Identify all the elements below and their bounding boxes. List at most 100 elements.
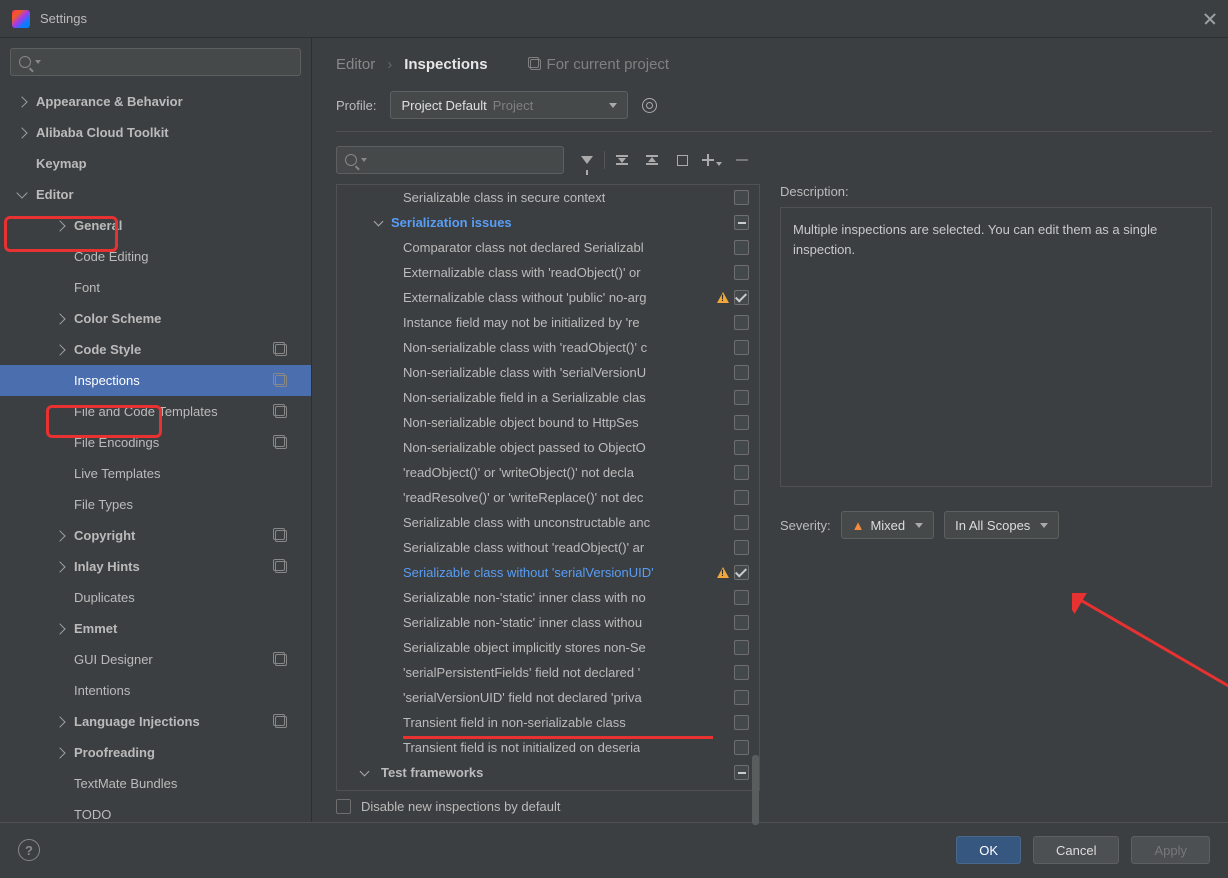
inspection-item[interactable]: Serializable non-'static' inner class wi… bbox=[337, 585, 759, 610]
profile-select[interactable]: Project Default Project bbox=[390, 91, 628, 119]
tree-item-file-and-code-templates[interactable]: File and Code Templates bbox=[0, 396, 311, 427]
inspection-item[interactable]: Test frameworks bbox=[337, 760, 759, 785]
breadcrumb-root[interactable]: Editor bbox=[336, 56, 375, 73]
inspection-checkbox[interactable] bbox=[734, 215, 749, 230]
warning-icon bbox=[717, 292, 729, 303]
help-button[interactable]: ? bbox=[18, 839, 40, 861]
inspection-item[interactable]: Non-serializable object passed to Object… bbox=[337, 435, 759, 460]
filter-button[interactable] bbox=[572, 148, 602, 172]
inspection-item[interactable]: Non-serializable class with 'readObject(… bbox=[337, 335, 759, 360]
collapse-all-button[interactable] bbox=[637, 148, 667, 172]
inspection-item[interactable]: Non-serializable field in a Serializable… bbox=[337, 385, 759, 410]
tree-item-file-types[interactable]: File Types bbox=[0, 489, 311, 520]
inspection-tree[interactable]: Serializable class in secure contextSeri… bbox=[337, 185, 759, 790]
project-icon bbox=[275, 561, 287, 573]
tree-item-keymap[interactable]: Keymap bbox=[0, 148, 311, 179]
inspection-checkbox[interactable] bbox=[734, 740, 749, 755]
tree-item-gui-designer[interactable]: GUI Designer bbox=[0, 644, 311, 675]
add-button[interactable] bbox=[697, 148, 727, 172]
inspection-search-input[interactable] bbox=[336, 146, 564, 174]
inspection-item[interactable]: Serializable non-'static' inner class wi… bbox=[337, 610, 759, 635]
inspection-checkbox[interactable] bbox=[734, 540, 749, 555]
inspection-item[interactable]: Serializable object implicitly stores no… bbox=[337, 635, 759, 660]
scrollbar[interactable] bbox=[752, 755, 759, 825]
inspection-item[interactable]: Serializable class with unconstructable … bbox=[337, 510, 759, 535]
inspection-item[interactable]: Externalizable class with 'readObject()'… bbox=[337, 260, 759, 285]
scope-select[interactable]: In All Scopes bbox=[944, 511, 1059, 539]
inspection-item[interactable]: 'readResolve()' or 'writeReplace()' not … bbox=[337, 485, 759, 510]
disable-new-checkbox[interactable] bbox=[336, 799, 351, 814]
settings-tree[interactable]: Appearance & BehaviorAlibaba Cloud Toolk… bbox=[0, 86, 311, 822]
inspection-checkbox[interactable] bbox=[734, 390, 749, 405]
inspection-checkbox[interactable] bbox=[734, 665, 749, 680]
tree-item-textmate-bundles[interactable]: TextMate Bundles bbox=[0, 768, 311, 799]
inspection-checkbox[interactable] bbox=[734, 465, 749, 480]
tree-item-language-injections[interactable]: Language Injections bbox=[0, 706, 311, 737]
tree-item-editor[interactable]: Editor bbox=[0, 179, 311, 210]
reset-button[interactable] bbox=[667, 148, 697, 172]
inspection-checkbox[interactable] bbox=[734, 615, 749, 630]
inspection-item[interactable]: Serializable class without 'readObject()… bbox=[337, 535, 759, 560]
inspection-item[interactable]: Serializable class without 'serialVersio… bbox=[337, 560, 759, 585]
inspection-checkbox[interactable] bbox=[734, 440, 749, 455]
tree-item-file-encodings[interactable]: File Encodings bbox=[0, 427, 311, 458]
description-label: Description: bbox=[780, 184, 1212, 199]
tree-item-todo[interactable]: TODO bbox=[0, 799, 311, 822]
severity-label: Severity: bbox=[780, 518, 831, 533]
cancel-button[interactable]: Cancel bbox=[1033, 836, 1119, 864]
tree-item-proofreading[interactable]: Proofreading bbox=[0, 737, 311, 768]
remove-button[interactable] bbox=[727, 148, 757, 172]
tree-item-alibaba-cloud-toolkit[interactable]: Alibaba Cloud Toolkit bbox=[0, 117, 311, 148]
tree-item-emmet[interactable]: Emmet bbox=[0, 613, 311, 644]
inspection-checkbox[interactable] bbox=[734, 690, 749, 705]
gear-icon[interactable] bbox=[642, 98, 657, 113]
tree-item-font[interactable]: Font bbox=[0, 272, 311, 303]
tree-item-general[interactable]: General bbox=[0, 210, 311, 241]
tree-item-code-editing[interactable]: Code Editing bbox=[0, 241, 311, 272]
tree-item-inspections[interactable]: Inspections bbox=[0, 365, 311, 396]
inspection-checkbox[interactable] bbox=[734, 290, 749, 305]
tree-item-code-style[interactable]: Code Style bbox=[0, 334, 311, 365]
inspection-checkbox[interactable] bbox=[734, 490, 749, 505]
sidebar-search-input[interactable] bbox=[10, 48, 301, 76]
inspection-item[interactable]: 'serialVersionUID' field not declared 'p… bbox=[337, 685, 759, 710]
inspection-item[interactable]: Externalizable class without 'public' no… bbox=[337, 285, 759, 310]
apply-button[interactable]: Apply bbox=[1131, 836, 1210, 864]
description-text: Multiple inspections are selected. You c… bbox=[780, 207, 1212, 487]
tree-item-duplicates[interactable]: Duplicates bbox=[0, 582, 311, 613]
expand-all-button[interactable] bbox=[607, 148, 637, 172]
chevron-down-icon bbox=[361, 158, 367, 162]
inspection-checkbox[interactable] bbox=[734, 590, 749, 605]
inspection-checkbox[interactable] bbox=[734, 765, 749, 780]
inspection-checkbox[interactable] bbox=[734, 190, 749, 205]
inspection-item[interactable]: Non-serializable object bound to HttpSes bbox=[337, 410, 759, 435]
tree-item-copyright[interactable]: Copyright bbox=[0, 520, 311, 551]
tree-item-appearance-behavior[interactable]: Appearance & Behavior bbox=[0, 86, 311, 117]
inspection-checkbox[interactable] bbox=[734, 415, 749, 430]
inspection-item[interactable]: Instance field may not be initialized by… bbox=[337, 310, 759, 335]
ok-button[interactable]: OK bbox=[956, 836, 1021, 864]
close-icon[interactable] bbox=[1204, 13, 1216, 25]
tree-item-color-scheme[interactable]: Color Scheme bbox=[0, 303, 311, 334]
project-icon bbox=[275, 406, 287, 418]
inspection-checkbox[interactable] bbox=[734, 515, 749, 530]
tree-item-live-templates[interactable]: Live Templates bbox=[0, 458, 311, 489]
inspection-item[interactable]: Comparator class not declared Serializab… bbox=[337, 235, 759, 260]
inspection-checkbox[interactable] bbox=[734, 340, 749, 355]
inspection-checkbox[interactable] bbox=[734, 265, 749, 280]
severity-select[interactable]: ▲ Mixed bbox=[841, 511, 935, 539]
inspection-checkbox[interactable] bbox=[734, 715, 749, 730]
inspection-checkbox[interactable] bbox=[734, 365, 749, 380]
inspection-item[interactable]: Serialization issues bbox=[337, 210, 759, 235]
inspection-item[interactable]: Non-serializable class with 'serialVersi… bbox=[337, 360, 759, 385]
inspection-item[interactable]: 'readObject()' or 'writeObject()' not de… bbox=[337, 460, 759, 485]
inspection-item[interactable]: Serializable class in secure context bbox=[337, 185, 759, 210]
inspection-checkbox[interactable] bbox=[734, 565, 749, 580]
tree-item-intentions[interactable]: Intentions bbox=[0, 675, 311, 706]
inspection-item[interactable]: Transient field in non-serializable clas… bbox=[337, 710, 759, 735]
inspection-checkbox[interactable] bbox=[734, 315, 749, 330]
inspection-checkbox[interactable] bbox=[734, 640, 749, 655]
inspection-item[interactable]: 'serialPersistentFields' field not decla… bbox=[337, 660, 759, 685]
inspection-checkbox[interactable] bbox=[734, 240, 749, 255]
tree-item-inlay-hints[interactable]: Inlay Hints bbox=[0, 551, 311, 582]
